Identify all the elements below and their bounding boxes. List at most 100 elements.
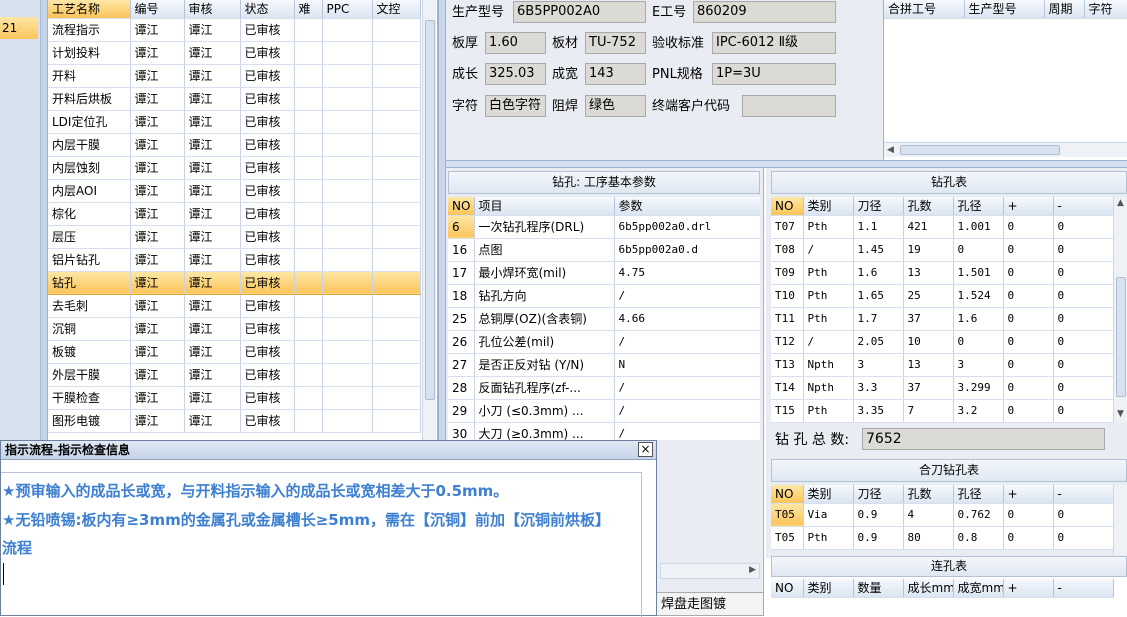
process-table-row[interactable]: LDI定位孔 谭江 谭江 已审核 bbox=[48, 110, 421, 134]
arrow-left-icon[interactable]: ◀ bbox=[887, 145, 894, 155]
drill-params-row[interactable]: 17 最小焊环宽(mil) 4.75 bbox=[448, 261, 760, 285]
slot-table-header-cell[interactable]: 成长mm bbox=[903, 579, 954, 598]
drill-params-hscroll[interactable]: ▶ bbox=[660, 563, 760, 579]
process-table-row[interactable]: 流程指示 谭江 谭江 已审核 bbox=[48, 18, 421, 42]
close-icon[interactable]: × bbox=[638, 442, 653, 457]
combo-drill-row[interactable]: T05 Pth 0.9 80 0.8 0 0 bbox=[771, 526, 1113, 550]
drill-table-header-cell[interactable]: NO bbox=[771, 197, 804, 216]
drill-params-header-cell[interactable]: 参数 bbox=[614, 197, 760, 216]
process-table-scrollbar[interactable] bbox=[422, 0, 436, 440]
process-table-row[interactable]: 开料 谭江 谭江 已审核 bbox=[48, 64, 421, 88]
slot-table-header-cell[interactable]: - bbox=[1053, 579, 1114, 598]
combine-hscroll-thumb[interactable] bbox=[900, 145, 1060, 155]
dialog-titlebar[interactable]: 指示流程-指示检查信息 × bbox=[1, 441, 656, 460]
combine-table-header-cell[interactable]: 字符 bbox=[1084, 0, 1127, 19]
drill-table-row[interactable]: T08/1.45 19 0 0 0 bbox=[771, 238, 1113, 262]
combo-drill-header-cell[interactable]: 孔径 bbox=[953, 485, 1004, 504]
drill-table-row[interactable]: T15 Pth 3.35 7 3.2 0 0 bbox=[771, 399, 1113, 423]
process-table-row[interactable]: 铝片钻孔 谭江 谭江 已审核 bbox=[48, 248, 421, 272]
drill-scroll-thumb[interactable] bbox=[1116, 277, 1126, 397]
thick-field[interactable]: 1.60 bbox=[485, 32, 546, 54]
drill-params-header-cell[interactable]: 项目 bbox=[474, 197, 615, 216]
left-nav-selected[interactable]: 21 bbox=[0, 17, 38, 39]
length-field[interactable]: 325.03 bbox=[485, 63, 546, 85]
drill-params-header-cell[interactable]: NO bbox=[448, 197, 475, 216]
drill-table-header-cell[interactable]: 孔径 bbox=[953, 197, 1004, 216]
char-field[interactable]: 白色字符 bbox=[485, 95, 546, 117]
slot-table-header-cell[interactable]: 成宽mm bbox=[953, 579, 1004, 598]
drill-table-row[interactable]: T14 Npth 3.3 37 3.299 0 0 bbox=[771, 376, 1113, 400]
process-table-row[interactable]: 去毛刺 谭江 谭江 已审核 bbox=[48, 294, 421, 318]
drill-table-header-cell[interactable]: 孔数 bbox=[903, 197, 954, 216]
drill-params-row[interactable]: 25 总铜厚(OZ)(含表铜) 4.66 bbox=[448, 307, 760, 331]
process-table-header-cell[interactable]: 难 bbox=[294, 0, 323, 19]
combo-drill-header-cell[interactable]: + bbox=[1003, 485, 1054, 504]
drill-params-row[interactable]: 26 孔位公差(mil) / bbox=[448, 330, 760, 354]
slot-table-header-cell[interactable]: 数量 bbox=[853, 579, 904, 598]
left-nav-splitter[interactable] bbox=[40, 0, 47, 440]
scroll-thumb[interactable] bbox=[425, 20, 435, 400]
combo-drill-header-cell[interactable]: 孔数 bbox=[903, 485, 954, 504]
process-table-row[interactable]: 内层AOI 谭江 谭江 已审核 bbox=[48, 179, 421, 203]
drill-table-header-cell[interactable]: + bbox=[1003, 197, 1054, 216]
arrow-right-icon[interactable]: ▶ bbox=[749, 565, 756, 575]
process-table-row[interactable]: 层压 谭江 谭江 已审核 bbox=[48, 225, 421, 249]
process-table-row[interactable]: 干膜检查 谭江 谭江 已审核 bbox=[48, 386, 421, 410]
material-field[interactable]: TU-752 bbox=[585, 32, 646, 54]
process-table-row[interactable]: 板镀 谭江 谭江 已审核 bbox=[48, 340, 421, 364]
drill-params-row[interactable]: 27 是否正反对钻 (Y/N) N bbox=[448, 353, 760, 377]
pnl-field[interactable]: 1P=3U bbox=[712, 63, 836, 85]
process-table-row[interactable]: 内层干膜 谭江 谭江 已审核 bbox=[48, 133, 421, 157]
combine-table-header-cell[interactable]: 周期 bbox=[1044, 0, 1085, 19]
combo-drill-scrollbar[interactable] bbox=[1113, 485, 1127, 555]
drill-params-row[interactable]: 30 大刀 (≥0.3mm) ... / bbox=[448, 422, 760, 440]
drill-table-row[interactable]: T13 Npth 3 13 3 0 0 bbox=[771, 353, 1113, 377]
drill-table-header-cell[interactable]: 类别 bbox=[803, 197, 854, 216]
dialog-message-area[interactable]: ★预审输入的成品长或宽，与开料指示输入的成品长或宽相差大于0.5mm。 ★无铅喷… bbox=[1, 472, 642, 617]
bottom-tab[interactable]: 焊盘走图镀 bbox=[656, 592, 764, 616]
process-table-row[interactable]: 计划投料 谭江 谭江 已审核 bbox=[48, 41, 421, 65]
model-field[interactable]: 6B5PP002A0 bbox=[513, 1, 646, 23]
process-table-header-cell[interactable]: 文控 bbox=[372, 0, 421, 19]
process-table-row[interactable]: 开料后烘板 谭江 谭江 已审核 bbox=[48, 87, 421, 111]
process-table-header-cell[interactable]: 审核 bbox=[184, 0, 241, 19]
slot-table-header-cell[interactable]: + bbox=[1003, 579, 1054, 598]
drill-table-row[interactable]: T11 Pth 1.7 37 1.6 0 0 bbox=[771, 307, 1113, 331]
chevron-up-icon[interactable]: ▲ bbox=[1117, 198, 1124, 208]
process-table-header-cell[interactable]: 工艺名称 bbox=[48, 0, 131, 19]
combo-drill-header-cell[interactable]: NO bbox=[771, 485, 804, 504]
drill-table-header-cell[interactable]: - bbox=[1053, 197, 1113, 216]
process-table-header-cell[interactable]: 编号 bbox=[130, 0, 185, 19]
drill-params-row[interactable]: 28 反面钻孔程序(zf-... / bbox=[448, 376, 760, 400]
combine-table-header-cell[interactable]: 生产型号 bbox=[964, 0, 1045, 19]
drill-params-row[interactable]: 18 钻孔方向 / bbox=[448, 284, 760, 308]
drill-table-row[interactable]: T10 Pth 1.65 25 1.524 0 0 bbox=[771, 284, 1113, 308]
drill-table-scrollbar[interactable]: ▲ ▼ bbox=[1113, 197, 1127, 423]
combo-drill-header-cell[interactable]: - bbox=[1053, 485, 1113, 504]
drill-table-header-cell[interactable]: 刀径 bbox=[853, 197, 904, 216]
process-table-row[interactable]: 图形电镀 谭江 谭江 已审核 bbox=[48, 409, 421, 433]
chevron-down-icon[interactable]: ▼ bbox=[1117, 409, 1124, 419]
standard-field[interactable]: IPC-6012 Ⅱ级 bbox=[712, 32, 836, 54]
combine-table-header-cell[interactable]: 合拼工号 bbox=[884, 0, 965, 19]
combine-hscroll[interactable]: ◀ bbox=[884, 142, 1127, 157]
eno-field[interactable]: 860209 bbox=[693, 1, 836, 23]
mask-field[interactable]: 绿色 bbox=[585, 95, 646, 117]
drill-params-row[interactable]: 6 一次钻孔程序(DRL) 6b5pp002a0.drl bbox=[448, 215, 760, 239]
customer-field[interactable] bbox=[742, 95, 836, 117]
process-table-row[interactable]: 外层干膜 谭江 谭江 已审核 bbox=[48, 363, 421, 387]
drill-table-row[interactable]: T07 Pth 1.1 421 1.001 0 0 bbox=[771, 215, 1113, 239]
drill-total-field[interactable]: 7652 bbox=[862, 428, 1105, 450]
process-table-header-cell[interactable]: PPC bbox=[322, 0, 373, 19]
slot-table-header-cell[interactable]: 类别 bbox=[803, 579, 854, 598]
process-table-header-cell[interactable]: 状态 bbox=[240, 0, 295, 19]
process-table-row[interactable]: 棕化 谭江 谭江 已审核 bbox=[48, 202, 421, 226]
drill-table-row[interactable]: T09 Pth 1.6 13 1.501 0 0 bbox=[771, 261, 1113, 285]
width-field[interactable]: 143 bbox=[585, 63, 646, 85]
process-table-row[interactable]: 内层蚀刻 谭江 谭江 已审核 bbox=[48, 156, 421, 180]
combo-drill-header-cell[interactable]: 类别 bbox=[803, 485, 854, 504]
drill-params-row[interactable]: 29 小刀 (≤0.3mm) ... / bbox=[448, 399, 760, 423]
process-table-row[interactable]: 钻孔 谭江 谭江 已审核 bbox=[48, 271, 421, 295]
slot-table-header-cell[interactable]: NO bbox=[771, 579, 804, 598]
drill-table-row[interactable]: T12/2.05 10 0 0 0 bbox=[771, 330, 1113, 354]
